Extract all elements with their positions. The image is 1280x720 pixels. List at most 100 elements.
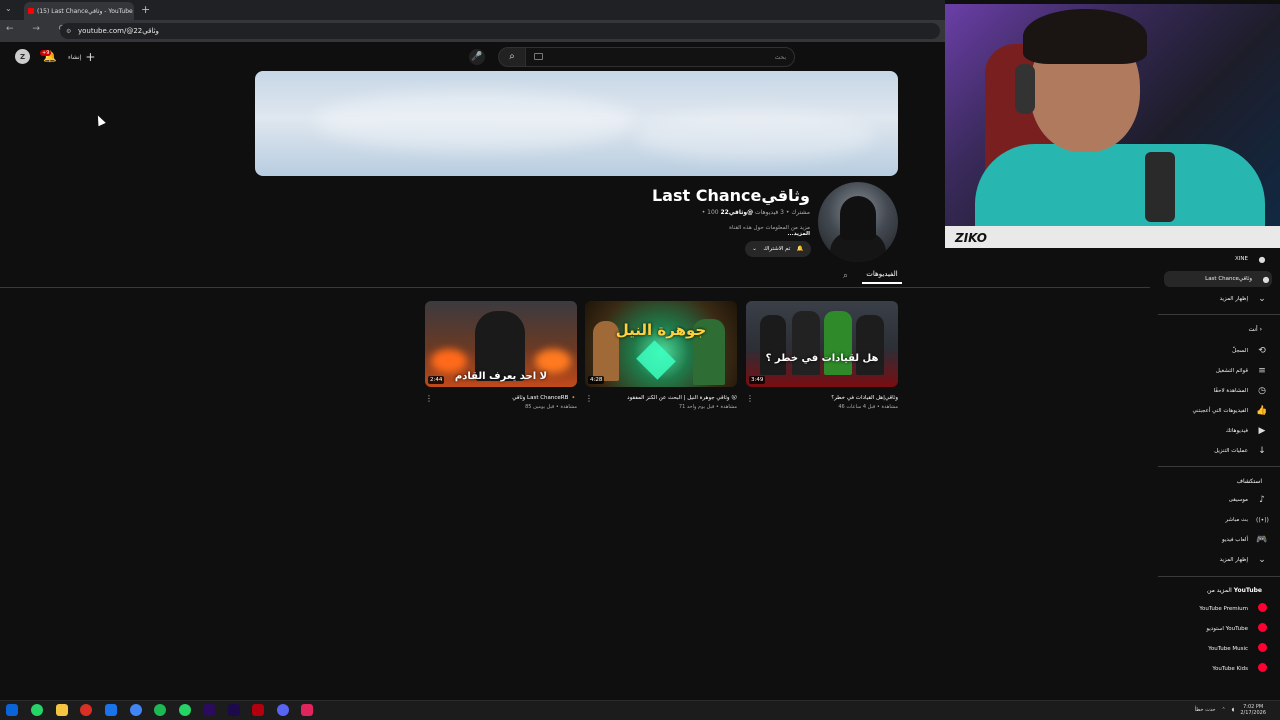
- channel-handle: @وثاقي22: [720, 209, 754, 216]
- start-menu-icon[interactable]: [6, 704, 18, 716]
- search-input[interactable]: بحث: [525, 47, 795, 67]
- address-bar[interactable]: ⚙ youtube.com/@وثاقي22: [60, 23, 940, 39]
- sidebar-item-label: موسيقى: [1228, 497, 1248, 503]
- more-link[interactable]: ...المزيد: [787, 231, 810, 237]
- sidebar-item-watch-later[interactable]: المشاهدة لاحقًا ◷: [1158, 383, 1268, 399]
- sidebar-item-liked[interactable]: الفيديوهات التي أعجبتني 👍: [1158, 403, 1268, 419]
- video-card[interactable]: هل لقيادات في خطر ؟ 3:49 وثاقي|هل القياد…: [746, 301, 898, 410]
- sidebar-item-label: عمليات التنزيل: [1214, 448, 1248, 454]
- adobe-icon[interactable]: [252, 704, 264, 716]
- chevron-down-icon: ⌄: [1258, 555, 1266, 565]
- windows-taskbar: [0, 700, 1280, 720]
- clock[interactable]: 7:02 PM 2/17/2026: [1240, 704, 1266, 716]
- create-button[interactable]: إنشاء +: [68, 50, 104, 64]
- account-avatar[interactable]: Z: [15, 49, 30, 64]
- you-section-header[interactable]: أنت ›: [1158, 326, 1262, 333]
- after-effects-icon[interactable]: [228, 704, 240, 716]
- channel-avatar-icon: ●: [1258, 254, 1266, 264]
- streamer-logo: ZIKO: [955, 231, 987, 245]
- channel-avatar-icon: ●: [1262, 274, 1270, 284]
- discord-icon[interactable]: [277, 704, 289, 716]
- sidebar-item-kids[interactable]: YouTube Kids: [1158, 661, 1268, 677]
- subscription-xine[interactable]: XINE ●: [1158, 251, 1268, 267]
- voice-search-mic-icon[interactable]: 🎤: [469, 49, 485, 65]
- clock-icon: ◷: [1258, 386, 1266, 396]
- webcam-overlay: ZIKO: [945, 4, 1280, 248]
- guide-sidebar: XINE ● Last Chanceوثاقي ● إظهار المزيد ⌄…: [1158, 250, 1280, 700]
- sidebar-item-label: السجلّ: [1232, 348, 1248, 354]
- show-more-label: إظهار المزيد: [1219, 296, 1248, 302]
- video-title[interactable]: وثاقي|هل القيادات في خطر؟: [746, 395, 898, 401]
- tray-status-text[interactable]: حدث خطأ: [1195, 707, 1216, 713]
- browser-tab[interactable]: (15) Last Chanceوثاقي - YouTube ×: [24, 2, 134, 20]
- video-title[interactable]: وثاقي Last ChanceRB 🔸: [425, 395, 577, 401]
- sidebar-item-downloads[interactable]: عمليات التنزيل ↓: [1158, 443, 1268, 459]
- search-button[interactable]: ⌕: [498, 47, 526, 67]
- sidebar-item-label: بث مباشر: [1225, 517, 1248, 523]
- subscription-label: Last Chanceوثاقي: [1205, 276, 1252, 282]
- subscribed-button[interactable]: ⌄ تم الاشتراك 🔔: [745, 241, 811, 257]
- store-icon[interactable]: [105, 704, 117, 716]
- spotify-icon[interactable]: [154, 704, 166, 716]
- video-thumbnail[interactable]: لا احد يعرف القادم 2:44: [425, 301, 577, 387]
- thumbnail-caption: لا احد يعرف القادم: [454, 371, 548, 382]
- sidebar-item-your-videos[interactable]: فيديوهاتك ▶: [1158, 423, 1268, 439]
- sidebar-item-label: ألعاب فيديو: [1221, 537, 1248, 543]
- chrome-alt-icon[interactable]: [80, 704, 92, 716]
- video-title[interactable]: وثاقي جوهرة النيل | البحث عن الكنز المفق…: [585, 395, 737, 401]
- video-thumbnail[interactable]: هل لقيادات في خطر ؟ 3:49: [746, 301, 898, 387]
- new-tab-button[interactable]: +: [141, 3, 150, 16]
- sidebar-item-gaming[interactable]: ألعاب فيديو 🎮: [1158, 532, 1268, 548]
- sidebar-item-studio[interactable]: استوديو YouTube: [1158, 621, 1268, 637]
- channel-search-icon[interactable]: ⌕: [843, 271, 848, 281]
- tab-search-menu-icon[interactable]: ⌄: [5, 4, 12, 13]
- site-info-icon[interactable]: ⚙: [66, 28, 71, 35]
- file-explorer-icon[interactable]: [56, 704, 68, 716]
- sidebar-item-music[interactable]: موسيقى ♪: [1158, 492, 1268, 508]
- youtube-music-icon: [1257, 643, 1267, 652]
- volume-icon[interactable]: ◖: [1232, 707, 1235, 713]
- subscription-label: XINE: [1235, 256, 1248, 262]
- show-more-subscriptions[interactable]: إظهار المزيد ⌄: [1158, 291, 1268, 307]
- video-card[interactable]: جوهرة النيل 4:28 وثاقي جوهرة النيل | الب…: [585, 301, 737, 410]
- more-from-youtube-header: المزيد من YouTube: [1158, 587, 1262, 594]
- sidebar-item-label: إظهار المزيد: [1219, 557, 1248, 563]
- video-thumbnail[interactable]: جوهرة النيل 4:28: [585, 301, 737, 387]
- premiere-pro-icon[interactable]: [203, 704, 215, 716]
- download-icon: ↓: [1258, 446, 1266, 456]
- sidebar-item-premium[interactable]: YouTube Premium: [1158, 601, 1268, 617]
- explore-section-header: استكشاف: [1236, 478, 1262, 485]
- subscription-last-chance[interactable]: Last Chanceوثاقي ●: [1164, 271, 1272, 287]
- thumbs-up-icon: 👍: [1256, 406, 1268, 416]
- channel-description[interactable]: مزيد من المعلومات حول هذه القناة ...المز…: [600, 225, 810, 237]
- video-menu-icon[interactable]: ⋮: [746, 394, 754, 403]
- app-icon[interactable]: [301, 704, 313, 716]
- chrome-icon[interactable]: [130, 704, 142, 716]
- channel-meta: • 100 مشترك • 3 فيديوهات @وثاقي22: [600, 209, 810, 216]
- search-placeholder: بحث: [774, 53, 786, 61]
- music-note-icon: ♪: [1259, 495, 1265, 505]
- thumbnail-caption: جوهرة النيل: [615, 321, 707, 339]
- sidebar-item-label: استوديو YouTube: [1206, 626, 1248, 632]
- whatsapp-icon[interactable]: [31, 704, 43, 716]
- subscribe-label: تم الاشتراك: [763, 246, 791, 252]
- sidebar-item-label: المشاهدة لاحقًا: [1213, 388, 1248, 394]
- video-card[interactable]: لا احد يعرف القادم 2:44 وثاقي Last Chanc…: [425, 301, 577, 410]
- channel-avatar[interactable]: [818, 182, 898, 262]
- sidebar-item-music-app[interactable]: YouTube Music: [1158, 641, 1268, 657]
- sidebar-item-label: YouTube Music: [1208, 646, 1248, 652]
- sidebar-item-show-more[interactable]: إظهار المزيد ⌄: [1158, 552, 1268, 568]
- tab-videos[interactable]: الفيديوهات: [862, 270, 902, 284]
- video-menu-icon[interactable]: ⋮: [585, 394, 593, 403]
- whatsapp-business-icon[interactable]: [179, 704, 191, 716]
- sidebar-item-history[interactable]: السجلّ ⟲: [1158, 343, 1268, 359]
- channel-banner: [255, 71, 898, 176]
- sidebar-item-playlists[interactable]: قوائم التشغيل ≡: [1158, 363, 1268, 379]
- sidebar-item-live[interactable]: بث مباشر ((•)): [1158, 512, 1269, 528]
- keyboard-icon[interactable]: [534, 53, 543, 60]
- divider: [0, 287, 1150, 288]
- video-menu-icon[interactable]: ⋮: [425, 394, 433, 403]
- thumbnail-caption: هل لقيادات في خطر ؟: [765, 353, 879, 364]
- chevron-down-icon: ⌄: [1258, 294, 1266, 304]
- network-icon[interactable]: ⌃: [1222, 707, 1226, 713]
